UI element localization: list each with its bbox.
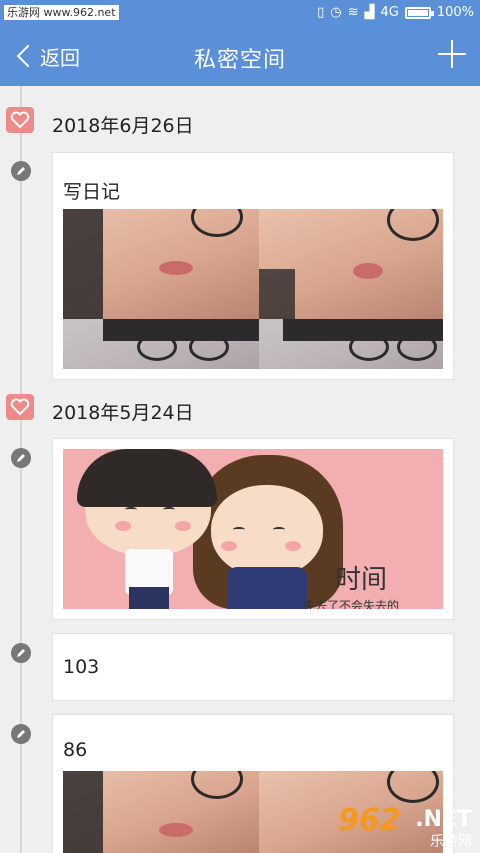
entry-text: 写日记 xyxy=(63,181,121,203)
page-title: 私密空间 xyxy=(193,48,286,73)
boy-pants xyxy=(129,587,169,609)
edit-icon[interactable] xyxy=(11,724,31,744)
watermark-logo: 962 .NET 乐游网 xyxy=(338,803,474,851)
cartoon-image[interactable]: 时间 失去了不会失去的 xyxy=(63,449,443,609)
logo-domain: .NET xyxy=(415,807,472,832)
status-icons: ▯ ◷ ≋ ▟ 4G 100% xyxy=(317,4,474,22)
diary-card[interactable]: 103 xyxy=(52,633,454,701)
battery-icon xyxy=(404,7,434,19)
entry-date: 2018年5月24日 xyxy=(52,402,194,424)
heart-icon xyxy=(6,394,34,420)
girl-face xyxy=(211,485,323,577)
app-bar: 返回 私密空间 xyxy=(0,26,480,86)
edit-icon[interactable] xyxy=(11,448,31,468)
girl-dress xyxy=(227,567,307,609)
edit-icon[interactable] xyxy=(11,161,31,181)
logo-brand: 962 xyxy=(338,803,401,838)
cartoon-caption: 时间 xyxy=(335,565,388,595)
wifi-icon: ≋ xyxy=(347,5,359,20)
cartoon-subtext: 失去了不会失去的 xyxy=(303,599,400,609)
battery-level: 100% xyxy=(436,5,474,20)
status-bar: 乐游网 www.962.net ▯ ◷ ≋ ▟ 4G 100% xyxy=(0,0,480,26)
edit-icon[interactable] xyxy=(11,643,31,663)
logo-name: 乐游网 xyxy=(430,834,472,850)
heart-icon xyxy=(6,107,34,133)
signal-icon: ▟ xyxy=(364,5,375,20)
entry-date: 2018年6月26日 xyxy=(52,115,194,137)
alarm-icon: ◷ xyxy=(330,5,342,20)
add-button[interactable] xyxy=(438,40,466,68)
diary-card[interactable]: 写日记 xyxy=(52,152,454,380)
watermark-text: 乐游网 www.962.net xyxy=(4,5,119,20)
diary-card[interactable]: 时间 失去了不会失去的 xyxy=(52,438,454,620)
network-type: 4G xyxy=(380,5,399,20)
boy-hair xyxy=(77,449,217,507)
entry-text: 86 xyxy=(63,739,88,761)
vibrate-icon: ▯ xyxy=(317,5,325,20)
entry-text: 103 xyxy=(63,656,100,678)
photo-collage[interactable] xyxy=(63,209,443,369)
